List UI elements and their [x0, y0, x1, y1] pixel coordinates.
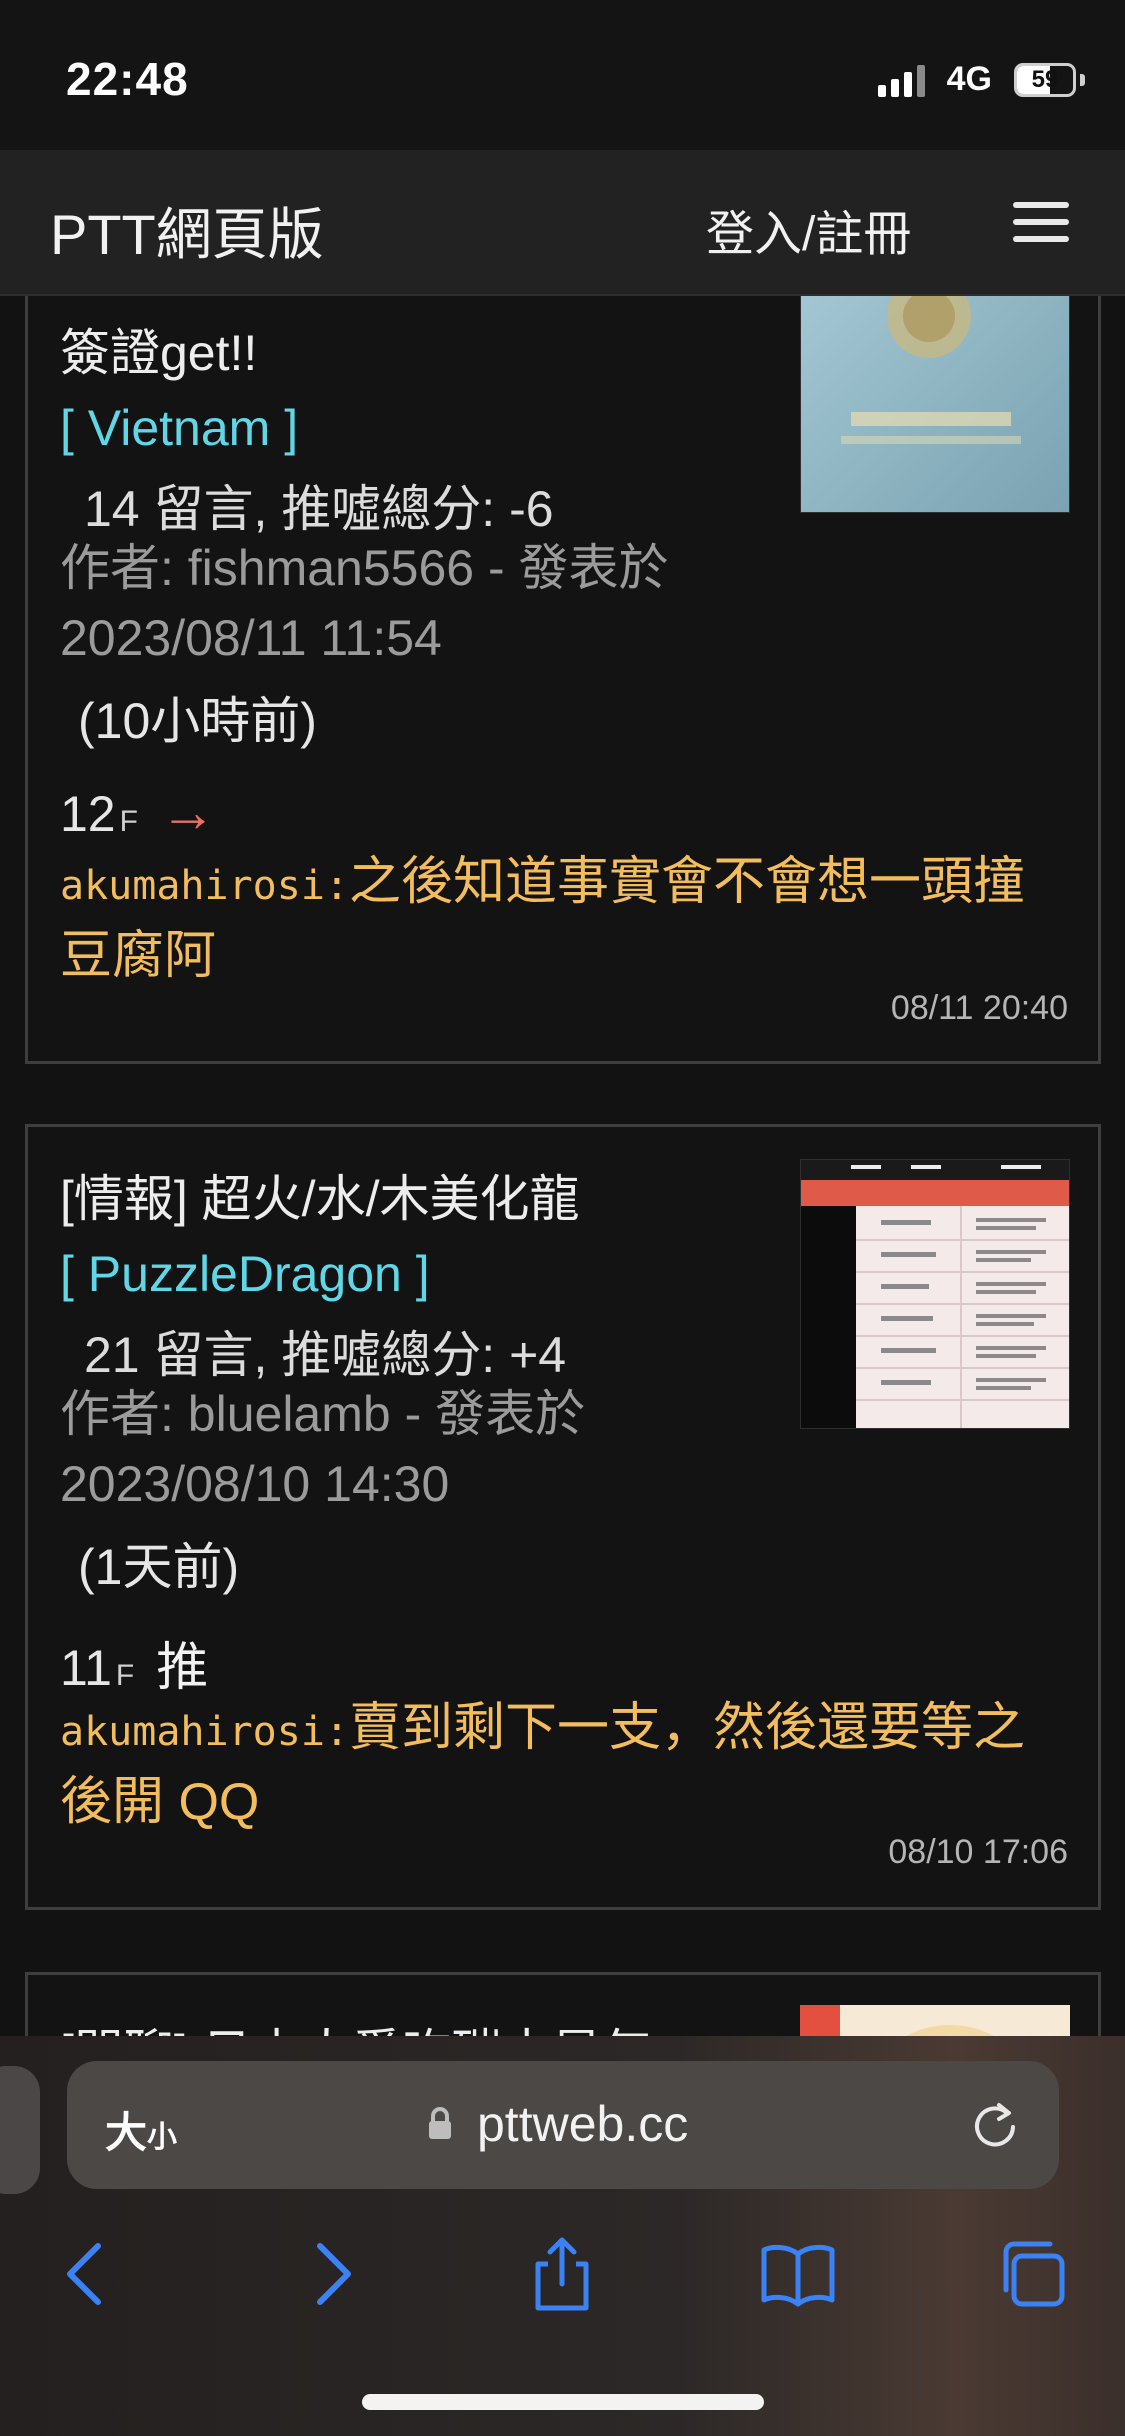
post-card[interactable]: [情報] 超火/水/木美化龍 [PuzzleDragon] 21 留言, 推…	[25, 1124, 1101, 1910]
top-comment: akumahirosi:賣到剩下一支，然後還要等之後開 QQ	[60, 1693, 1070, 1837]
post-thumbnail[interactable]	[800, 1159, 1070, 1429]
post-stats: 14 留言, 推噓總分: -6	[84, 481, 554, 537]
address-bar[interactable]: 大小 pttweb.cc	[67, 2061, 1059, 2189]
url-text[interactable]: pttweb.cc	[477, 2095, 688, 2153]
forward-icon[interactable]	[290, 2234, 370, 2314]
comment-user: akumahirosi:	[60, 1709, 349, 1755]
cellular-signal-icon	[877, 63, 925, 97]
reaction-push: 推	[156, 1639, 209, 1697]
reload-icon[interactable]	[967, 2097, 1023, 2153]
board-tag[interactable]: [ PuzzleDragon ]	[60, 1245, 430, 1303]
comment-time: 08/10 17:06	[888, 1833, 1068, 1871]
previous-tab-edge[interactable]	[0, 2066, 40, 2194]
floor-number: 12	[60, 786, 116, 842]
network-type: 4G	[946, 60, 992, 98]
comment-floor: 11 F 推	[60, 1625, 208, 1700]
post-author: 作者: fishman5566 - 發表於 2023/08/11 11:54	[60, 540, 669, 666]
lock-icon	[429, 2107, 451, 2139]
site-header: PTT網頁版 登入/註冊	[0, 150, 1125, 296]
table-screenshot-image	[801, 1160, 1069, 1428]
site-brand[interactable]: PTT網頁版	[50, 190, 324, 271]
status-bar: 22:48 4G 59	[0, 0, 1125, 150]
battery-tip	[1080, 73, 1085, 86]
login-register-link[interactable]: 登入/註冊	[706, 194, 911, 264]
post-author: 作者: bluelamb - 發表於 2023/08/10 14:30	[60, 1386, 586, 1512]
status-indicators: 4G 59	[877, 60, 1085, 99]
bookmarks-icon[interactable]	[758, 2234, 838, 2314]
comment-time: 08/11 20:40	[890, 989, 1068, 1027]
post-age: (1天前)	[78, 1539, 240, 1595]
post-title[interactable]: 簽證get!!	[60, 313, 257, 385]
reaction-arrow: →	[159, 780, 216, 843]
home-indicator[interactable]	[362, 2394, 764, 2410]
floor-suffix: F	[115, 1659, 135, 1692]
top-comment: akumahirosi:之後知道事實會不會想一頭撞豆腐阿	[60, 847, 1070, 991]
text-size-large: 大	[105, 2109, 148, 2156]
screen: 22:48 4G 59 [ 簽證get!!	[0, 0, 1125, 2436]
tabs-icon[interactable]	[994, 2234, 1074, 2314]
back-icon[interactable]	[48, 2234, 128, 2314]
browser-bar: 大小 pttweb.cc	[0, 2036, 1125, 2436]
battery-percent: 59	[1031, 65, 1059, 93]
battery-icon: 59	[1014, 62, 1076, 97]
floor-suffix: F	[119, 805, 138, 838]
post-stats: 21 留言, 推噓總分: +4	[84, 1327, 567, 1383]
board-tag[interactable]: [ Vietnam ]	[60, 399, 298, 457]
status-time: 22:48	[66, 53, 189, 105]
share-icon[interactable]	[522, 2234, 602, 2314]
hamburger-menu-icon[interactable]	[1013, 202, 1069, 242]
floor-number: 11	[60, 1640, 112, 1696]
text-size-small: 小	[147, 2121, 178, 2154]
post-card[interactable]: [ 簽證get!! [ Vietnam ] 14 留言, 推噓總分: -6 作者…	[25, 228, 1101, 1064]
post-title[interactable]: [情報] 超火/水/木美化龍	[60, 1159, 579, 1231]
comment-user: akumahirosi:	[60, 863, 349, 909]
text-size-button[interactable]: 大小	[105, 2099, 177, 2160]
comment-floor: 12 F →	[60, 779, 216, 844]
post-age: (10小時前)	[78, 693, 317, 749]
